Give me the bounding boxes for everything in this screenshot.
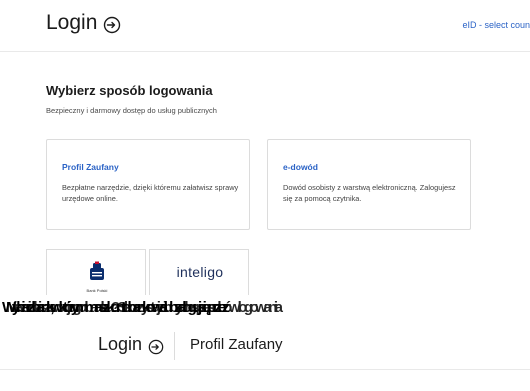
bank-name: inteligo xyxy=(176,264,224,280)
card-title: Profil Zaufany xyxy=(62,162,119,172)
section-subheading: Bezpieczny i darmowy dostęp do usług pub… xyxy=(46,106,217,115)
secondary-header: Login Profil Zaufany xyxy=(0,322,530,370)
profil-zaufany-card[interactable]: Profil Zaufany Bezpłatne narzędzie, dzię… xyxy=(46,139,250,230)
service-name: Profil Zaufany xyxy=(190,336,283,353)
bank-name: Bank Polski xyxy=(86,288,108,293)
card-title: e-dowód xyxy=(283,162,318,172)
header-divider xyxy=(174,332,175,360)
page-title: Login xyxy=(46,11,98,34)
top-header: Login eID - select coun xyxy=(0,0,530,52)
bank-tile-pko[interactable]: Bank Polski xyxy=(46,249,146,295)
secondary-title: Login xyxy=(98,334,143,354)
card-description: Bezpłatne narzędzie, dzięki któremu zała… xyxy=(62,183,239,203)
login-icon xyxy=(103,16,121,34)
section-heading: Wybierz sposób logowania xyxy=(46,83,213,98)
card-description: Dowód osobisty z warstwą elektroniczną. … xyxy=(283,183,456,203)
login-icon xyxy=(148,339,164,355)
e-dowod-card[interactable]: e-dowód Dowód osobisty z warstwą elektro… xyxy=(267,139,471,230)
pko-logo-icon xyxy=(90,261,104,280)
overlapping-text-artifact: Wybierz bank, w którym masz konto bankow… xyxy=(0,296,530,322)
eid-select-country-link[interactable]: eID - select coun xyxy=(462,20,530,30)
bank-tile-inteligo[interactable]: inteligo xyxy=(149,249,249,295)
overlay-text-line: Nie widzisz swojego banku? Skorzystaj z … xyxy=(6,299,283,316)
